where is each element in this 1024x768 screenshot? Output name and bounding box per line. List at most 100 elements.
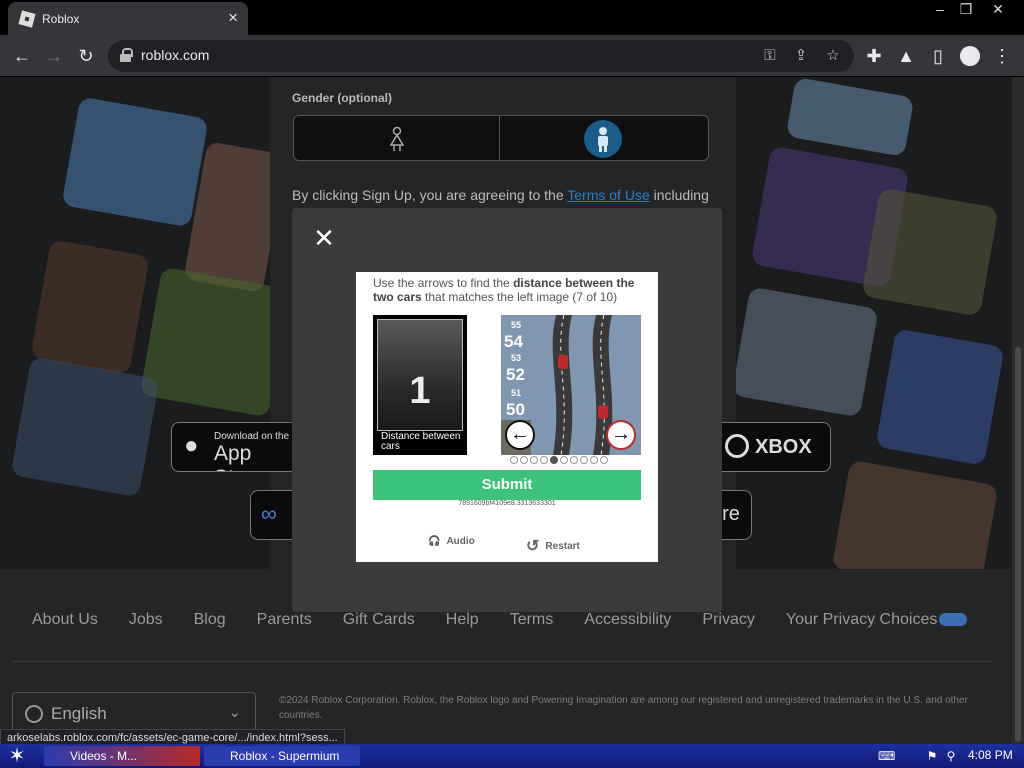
taskbar-item-roblox[interactable]: Roblox - Supermium bbox=[204, 746, 360, 766]
xbox-label: XBOX bbox=[755, 436, 812, 458]
address-bar[interactable]: roblox.com ⚿ ⇪ ☆ bbox=[108, 40, 854, 72]
app-store-big-text: App Store bbox=[214, 442, 264, 471]
taskbar-item-videos[interactable]: Videos - M... bbox=[44, 746, 200, 766]
progress-dot bbox=[560, 456, 568, 464]
previous-arrow-button[interactable]: ← bbox=[505, 420, 535, 450]
network-icon[interactable]: ⚑ bbox=[924, 748, 940, 764]
background-game-tile bbox=[30, 239, 150, 375]
terms-of-use-link[interactable]: Terms of Use bbox=[567, 187, 649, 203]
lane-number: 53 bbox=[511, 353, 522, 363]
app-store-button[interactable]: ● Download on the App Store bbox=[171, 422, 301, 472]
instruction-prefix: Use the arrows to find the bbox=[373, 276, 514, 290]
privacy-choices-toggle-icon bbox=[939, 613, 968, 627]
progress-dot bbox=[540, 456, 548, 464]
page-scrollbar[interactable] bbox=[1012, 77, 1024, 744]
progress-dot bbox=[600, 456, 608, 464]
footer-link-accessibility[interactable]: Accessibility bbox=[584, 611, 671, 629]
xbox-icon bbox=[725, 434, 749, 458]
app-store-small-text: Download on the bbox=[214, 431, 290, 442]
footer-divider bbox=[12, 661, 992, 662]
reload-icon[interactable]: ↻ bbox=[73, 43, 99, 69]
male-gender-icon[interactable] bbox=[584, 120, 622, 158]
restore-icon[interactable]: ❐ bbox=[952, 0, 980, 18]
session-token: 7891609bf4109e8.3313633301 bbox=[458, 500, 556, 507]
progress-dot bbox=[580, 456, 588, 464]
submit-button[interactable]: Submit bbox=[373, 470, 641, 500]
lane-number: 50 bbox=[506, 400, 525, 419]
meta-icon: ∞ bbox=[261, 501, 277, 526]
share-icon[interactable]: ⇪ bbox=[789, 44, 813, 68]
captcha-frame: Use the arrows to find the distance betw… bbox=[356, 272, 658, 562]
tab-close-icon[interactable]: × bbox=[228, 9, 238, 26]
footer-link-privacy-choices[interactable]: Your Privacy Choices bbox=[785, 611, 968, 629]
browser-tab[interactable]: Roblox × bbox=[8, 2, 248, 35]
lane-number: 54 bbox=[504, 332, 523, 351]
taskbar-item-label: Videos - M... bbox=[70, 749, 138, 763]
progress-dot bbox=[520, 456, 528, 464]
headphones-icon: 🎧 bbox=[428, 536, 441, 547]
footer-link-parents[interactable]: Parents bbox=[257, 611, 312, 629]
taskbar: ✶ Videos - M... Roblox - Supermium ⌨ ⚑ ⚲… bbox=[0, 744, 1024, 768]
footer-link-blog[interactable]: Blog bbox=[194, 611, 226, 629]
forward-icon[interactable]: → bbox=[41, 43, 67, 69]
progress-dot bbox=[570, 456, 578, 464]
footer-link-privacy[interactable]: Privacy bbox=[702, 611, 754, 629]
privacy-choices-label: Your Privacy Choices bbox=[785, 611, 938, 628]
progress-dot bbox=[530, 456, 538, 464]
restart-button[interactable]: ↺ Restart bbox=[526, 536, 580, 556]
start-button-icon[interactable]: ✶ bbox=[5, 744, 29, 768]
captcha-instruction: Use the arrows to find the distance betw… bbox=[373, 276, 643, 304]
taskbar-clock: 4:08 PM bbox=[968, 748, 1013, 762]
profile-avatar-icon[interactable] bbox=[957, 43, 983, 69]
gender-selector bbox=[293, 115, 709, 161]
background-game-tile bbox=[875, 328, 1005, 466]
search-icon[interactable]: ⚲ bbox=[943, 748, 959, 764]
extensions-icon[interactable]: ✚ bbox=[861, 43, 887, 69]
tab-title: Roblox bbox=[42, 11, 80, 26]
footer-link-help[interactable]: Help bbox=[446, 611, 479, 629]
reference-image: 1 Distance between cars bbox=[373, 315, 467, 455]
url-text: roblox.com bbox=[141, 47, 210, 63]
chevron-down-icon: ⌄ bbox=[228, 704, 241, 721]
apple-icon: ● bbox=[184, 432, 199, 459]
background-game-tile bbox=[731, 286, 879, 418]
agree-suffix: including bbox=[649, 187, 709, 203]
next-arrow-button[interactable]: → bbox=[606, 420, 636, 450]
globe-icon bbox=[25, 705, 43, 723]
background-game-tile bbox=[10, 356, 160, 498]
background-game-tile bbox=[139, 266, 291, 418]
window-close-icon[interactable]: ✕ bbox=[984, 0, 1012, 18]
footer-links: About Us Jobs Blog Parents Gift Cards He… bbox=[32, 611, 982, 629]
restart-icon: ↺ bbox=[526, 538, 540, 555]
gender-divider bbox=[499, 116, 500, 160]
background-game-tile bbox=[61, 96, 209, 228]
labs-flask-icon[interactable]: ▲ bbox=[893, 43, 919, 69]
instruction-suffix: that matches the left image (7 of 10) bbox=[421, 290, 618, 304]
menu-kebab-icon[interactable]: ⋮ bbox=[989, 43, 1015, 69]
footer-link-about-us[interactable]: About Us bbox=[32, 611, 98, 629]
gender-label: Gender (optional) bbox=[292, 91, 392, 105]
agree-prefix: By clicking Sign Up, you are agreeing to… bbox=[292, 187, 568, 203]
key-icon[interactable]: ⚿ bbox=[758, 44, 782, 68]
xbox-button[interactable]: XBOX bbox=[710, 422, 831, 472]
footer-link-terms[interactable]: Terms bbox=[510, 611, 554, 629]
footer-link-gift-cards[interactable]: Gift Cards bbox=[343, 611, 415, 629]
terms-agreement-text: By clicking Sign Up, you are agreeing to… bbox=[292, 187, 709, 203]
language-value: English bbox=[51, 704, 107, 723]
bookmark-star-icon[interactable]: ☆ bbox=[821, 44, 845, 68]
lane-number: 51 bbox=[511, 388, 522, 398]
minimize-icon[interactable]: – bbox=[926, 0, 954, 18]
modal-close-icon[interactable]: ✕ bbox=[312, 225, 336, 251]
side-panel-icon[interactable]: ▯ bbox=[925, 43, 951, 69]
background-game-tile bbox=[785, 77, 915, 157]
lane-number: 55 bbox=[511, 320, 522, 330]
progress-dot-active bbox=[550, 456, 558, 464]
taskbar-item-label: Roblox - Supermium bbox=[230, 749, 340, 763]
back-icon[interactable]: ← bbox=[9, 43, 35, 69]
restart-label: Restart bbox=[545, 540, 580, 552]
audio-button[interactable]: 🎧 Audio bbox=[428, 536, 475, 547]
footer-link-jobs[interactable]: Jobs bbox=[129, 611, 163, 629]
female-gender-icon[interactable] bbox=[387, 126, 407, 152]
keyboard-icon[interactable]: ⌨ bbox=[878, 748, 895, 764]
scrollbar-thumb[interactable] bbox=[1015, 347, 1021, 742]
